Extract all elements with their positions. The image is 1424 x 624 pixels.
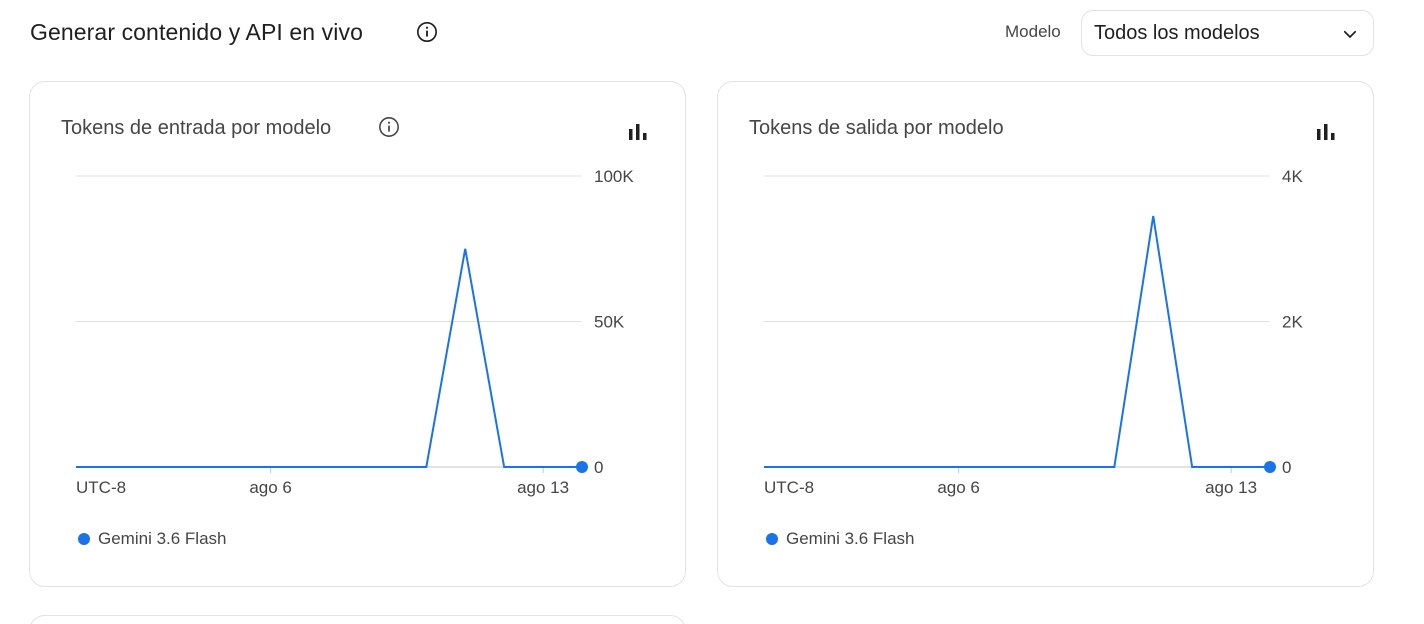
legend-dot bbox=[78, 533, 90, 545]
y-tick-label: 0 bbox=[594, 458, 603, 477]
x-tick-label: ago 6 bbox=[937, 478, 980, 497]
section-title: Generar contenido y API en vivo bbox=[30, 19, 363, 45]
x-tick-label: UTC-8 bbox=[76, 478, 126, 497]
chart-legend: Gemini 3.6 Flash bbox=[766, 528, 915, 550]
series-end-point bbox=[576, 461, 588, 473]
chevron-down-icon bbox=[1343, 30, 1357, 38]
output-tokens-card: Tokens de salida por modelo 0 2K 4K UTC-8 ag… bbox=[717, 81, 1374, 587]
input-tokens-chart: 0 50K 100K UTC-8 ago 6 ago 13 bbox=[76, 167, 634, 497]
x-tick-label: UTC-8 bbox=[764, 478, 814, 497]
y-tick-label: 0 bbox=[1282, 458, 1291, 477]
y-tick-label: 4K bbox=[1282, 167, 1303, 186]
y-tick-label: 100K bbox=[594, 167, 634, 186]
series-line bbox=[764, 215, 1270, 468]
y-tick-label: 50K bbox=[594, 313, 625, 332]
legend-label: Gemini 3.6 Flash bbox=[786, 529, 915, 548]
info-icon[interactable] bbox=[416, 21, 438, 43]
x-tick-label: ago 13 bbox=[1205, 478, 1257, 497]
model-select[interactable]: Todos los modelos bbox=[1081, 10, 1374, 56]
legend-label: Gemini 3.6 Flash bbox=[98, 529, 227, 548]
model-select-value: Todos los modelos bbox=[1094, 22, 1260, 44]
series-end-point bbox=[1264, 461, 1276, 473]
x-tick-label: ago 6 bbox=[249, 478, 292, 497]
next-card bbox=[29, 615, 686, 624]
input-tokens-card: Tokens de entrada por modelo 0 50K 100K UTC… bbox=[29, 81, 686, 587]
section-header: Generar contenido y API en vivo Modelo T… bbox=[30, 0, 1374, 66]
series-line bbox=[76, 248, 582, 468]
model-label: Modelo bbox=[1005, 22, 1061, 41]
output-tokens-chart: 0 2K 4K UTC-8 ago 6 ago 13 bbox=[764, 167, 1303, 497]
usage-dashboard: Generar contenido y API en vivo Modelo T… bbox=[0, 0, 1424, 624]
chart-legend: Gemini 3.6 Flash bbox=[78, 528, 227, 550]
x-tick-label: ago 13 bbox=[517, 478, 569, 497]
legend-dot bbox=[766, 533, 778, 545]
y-tick-label: 2K bbox=[1282, 313, 1303, 332]
